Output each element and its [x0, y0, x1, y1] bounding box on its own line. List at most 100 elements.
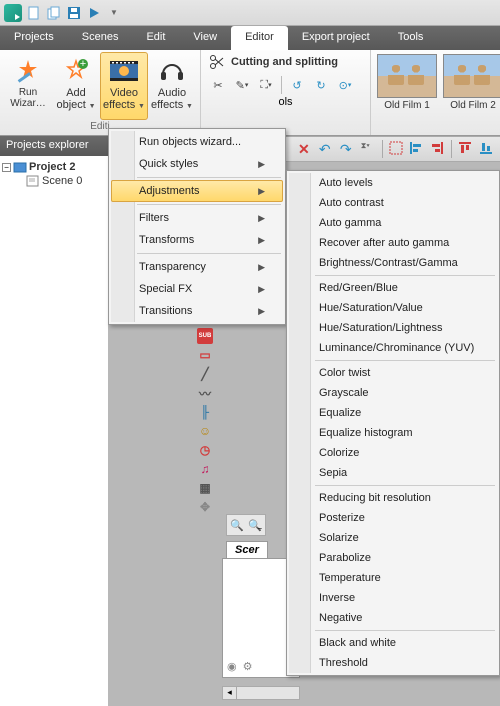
tab-scenes[interactable]: Scenes [68, 26, 133, 50]
timestamp-icon[interactable]: ⊙▾ [336, 76, 354, 94]
preset-thumbnail [443, 54, 500, 98]
submenu-item-red-green-blue[interactable]: Red/Green/Blue [289, 278, 497, 298]
qat-dropdown-icon[interactable]: ▼ [106, 5, 122, 21]
video-effects-button[interactable]: Video effects ▼ [100, 52, 148, 120]
scene-tab[interactable]: Scer [226, 541, 268, 558]
video-effects-label: Video effects [103, 87, 138, 111]
tree-item-label: Project 2 [29, 161, 75, 173]
chevron-down-icon: ▼ [186, 103, 193, 110]
menu-item-special-fx[interactable]: Special FX▶ [111, 278, 283, 300]
submenu-item-auto-contrast[interactable]: Auto contrast [289, 193, 497, 213]
submenu-item-inverse[interactable]: Inverse [289, 588, 497, 608]
tab-projects[interactable]: Projects [0, 26, 68, 50]
save-icon[interactable] [66, 5, 82, 21]
curve-icon[interactable]: 〰 [197, 385, 213, 401]
tree-item-scene[interactable]: Scene 0 [2, 174, 106, 188]
zoom-out-icon[interactable]: 🔍− [247, 517, 263, 533]
move-icon[interactable]: ✥ [197, 499, 213, 515]
menu-item-transitions[interactable]: Transitions▶ [111, 300, 283, 322]
scene-editor-area: ◯TSUB▭╱〰╟☺◷♫▦✥ 🔍 🔍− Scer ◉ ⚙ ◂ [196, 290, 296, 706]
submenu-item-colorize[interactable]: Colorize [289, 443, 497, 463]
history-dropdown-icon[interactable]: ⧗▾ [361, 141, 376, 157]
submenu-item-solarize[interactable]: Solarize [289, 528, 497, 548]
submenu-arrow-icon: ▶ [258, 159, 265, 170]
video-effects-menu: Run objects wizard... Quick styles ▶ Adjust… [108, 128, 286, 325]
ribbon-tools-group-label: ols [201, 96, 370, 108]
submenu-item-temperature[interactable]: Temperature [289, 568, 497, 588]
submenu-item-recover-after-auto-gamma[interactable]: Recover after auto gamma [289, 233, 497, 253]
run-wizard-button[interactable]: Run Wizar… [4, 52, 52, 120]
menu-item-adjustments[interactable]: Adjustments▶ [111, 180, 283, 202]
submenu-item-luminance-chrominance-yuv-[interactable]: Luminance/Chrominance (YUV) [289, 338, 497, 358]
menu-bar: Projects Scenes Edit View Editor Export … [0, 26, 500, 50]
align-bottom-icon[interactable] [479, 141, 494, 157]
menu-item-transparency[interactable]: Transparency▶ [111, 256, 283, 278]
eye-icon[interactable]: ◉ [227, 660, 237, 673]
film-icon[interactable]: ▦ [197, 480, 213, 496]
horizontal-scrollbar[interactable] [237, 687, 299, 699]
align-right-icon[interactable] [430, 141, 445, 157]
submenu-item-grayscale[interactable]: Grayscale [289, 383, 497, 403]
person-icon[interactable]: ☺ [197, 423, 213, 439]
add-object-button[interactable]: + Add object ▼ [52, 52, 100, 120]
submenu-item-reducing-bit-resolution[interactable]: Reducing bit resolution [289, 488, 497, 508]
preset-old-film-1[interactable]: Old Film 1 [377, 54, 437, 131]
scissors-tool-icon[interactable]: ✂ [209, 76, 227, 94]
preset-old-film-2[interactable]: Old Film 2 [443, 54, 500, 131]
submenu-item-threshold[interactable]: Threshold [289, 653, 497, 673]
submenu-item-auto-levels[interactable]: Auto levels [289, 173, 497, 193]
run-wizard-label: Run Wizar… [5, 87, 51, 109]
submenu-item-posterize[interactable]: Posterize [289, 508, 497, 528]
tab-tools[interactable]: Tools [384, 26, 438, 50]
scroll-left-icon[interactable]: ◂ [223, 687, 237, 699]
submenu-item-black-and-white[interactable]: Black and white [289, 633, 497, 653]
submenu-item-brightness-contrast-gamma[interactable]: Brightness/Contrast/Gamma [289, 253, 497, 273]
gear-icon[interactable]: ⚙ [243, 660, 253, 673]
new-page-icon[interactable] [26, 5, 42, 21]
music-icon[interactable]: ♫ [197, 461, 213, 477]
submenu-item-auto-gamma[interactable]: Auto gamma [289, 213, 497, 233]
menu-item-label: Transitions [139, 305, 192, 317]
undo-icon[interactable]: ↶ [319, 141, 334, 157]
menu-item-run-objects-wizard-[interactable]: Run objects wizard... [111, 131, 283, 153]
chart-icon[interactable]: ╟ [197, 404, 213, 420]
shape-icon[interactable]: ▭ [197, 347, 213, 363]
audio-effects-button[interactable]: Audio effects ▼ [148, 52, 196, 120]
marker-tool-icon[interactable]: ✎▾ [233, 76, 251, 94]
submenu-item-equalize[interactable]: Equalize [289, 403, 497, 423]
submenu-item-parabolize[interactable]: Parabolize [289, 548, 497, 568]
menu-item-label: Transparency [139, 261, 206, 273]
redo-icon[interactable]: ↷ [340, 141, 355, 157]
copy-icon[interactable] [46, 5, 62, 21]
tab-export-project[interactable]: Export project [288, 26, 384, 50]
play-icon[interactable] [86, 5, 102, 21]
menu-item-quick-styles[interactable]: Quick styles ▶ [111, 153, 283, 175]
clock-icon[interactable]: ◷ [197, 442, 213, 458]
select-all-icon[interactable] [389, 141, 404, 157]
app-logo-icon[interactable] [4, 4, 22, 22]
submenu-item-sepia[interactable]: Sepia [289, 463, 497, 483]
collapse-icon[interactable]: − [2, 163, 11, 172]
menu-item-label: Quick styles [139, 158, 198, 170]
submenu-item-hue-saturation-value[interactable]: Hue/Saturation/Value [289, 298, 497, 318]
tab-editor[interactable]: Editor [231, 26, 288, 50]
tab-view[interactable]: View [179, 26, 231, 50]
zoom-in-icon[interactable]: 🔍 [229, 517, 245, 533]
align-left-icon[interactable] [409, 141, 424, 157]
align-top-icon[interactable] [458, 141, 473, 157]
line-icon[interactable]: ╱ [197, 366, 213, 382]
menu-item-transforms[interactable]: Transforms▶ [111, 229, 283, 251]
delete-icon[interactable]: ✕ [298, 141, 313, 157]
rotate-ccw-icon[interactable]: ↺ [288, 76, 306, 94]
submenu-item-hue-saturation-lightness[interactable]: Hue/Saturation/Lightness [289, 318, 497, 338]
submenu-item-color-twist[interactable]: Color twist [289, 363, 497, 383]
menu-item-filters[interactable]: Filters▶ [111, 207, 283, 229]
submenu-item-negative[interactable]: Negative [289, 608, 497, 628]
tab-edit[interactable]: Edit [132, 26, 179, 50]
zoom-toolbar: 🔍 🔍− [226, 514, 266, 536]
rotate-cw-icon[interactable]: ↻ [312, 76, 330, 94]
submenu-item-equalize-histogram[interactable]: Equalize histogram [289, 423, 497, 443]
tree-item-project[interactable]: − Project 2 [2, 160, 106, 174]
crop-tool-icon[interactable]: ⛶▾ [257, 76, 275, 94]
subtitle-icon[interactable]: SUB [197, 328, 213, 344]
